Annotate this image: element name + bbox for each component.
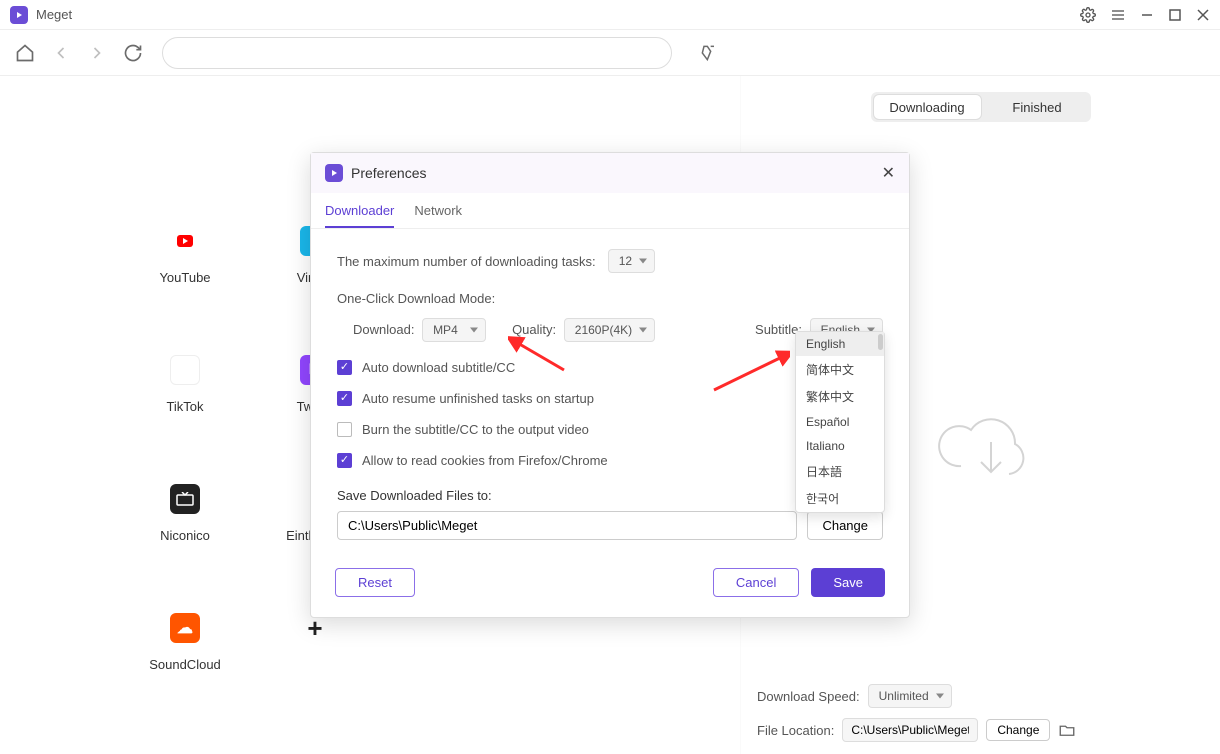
download-speed-label: Download Speed: [757, 689, 860, 704]
save-button[interactable]: Save [811, 568, 885, 597]
site-icon: ♪ [170, 355, 200, 385]
site-icon: ☁ [170, 613, 200, 643]
auto-resume-label: Auto resume unfinished tasks on startup [362, 391, 594, 406]
titlebar: Meget [0, 0, 1220, 30]
tab-downloader[interactable]: Downloader [325, 203, 394, 228]
dropdown-scrollbar[interactable] [878, 334, 883, 350]
dialog-close-icon[interactable]: ✕ [882, 163, 895, 183]
menu-icon[interactable] [1110, 7, 1126, 23]
reload-icon[interactable] [122, 42, 144, 64]
forward-icon[interactable] [86, 42, 108, 64]
oneclick-mode-label: One-Click Download Mode: [337, 291, 495, 306]
back-icon[interactable] [50, 42, 72, 64]
subtitle-option[interactable]: Italiano [796, 434, 884, 458]
home-icon[interactable] [14, 42, 36, 64]
max-tasks-label: The maximum number of downloading tasks: [337, 254, 596, 269]
read-cookies-label: Allow to read cookies from Firefox/Chrom… [362, 453, 608, 468]
burn-subtitle-label: Burn the subtitle/CC to the output video [362, 422, 589, 437]
auto-subtitle-label: Auto download subtitle/CC [362, 360, 515, 375]
app-title: Meget [36, 7, 72, 22]
dialog-title: Preferences [351, 165, 426, 181]
paste-icon[interactable] [698, 42, 720, 64]
subtitle-dropdown: English简体中文繁体中文EspañolItaliano日本語한국어 [795, 331, 885, 513]
quality-select[interactable]: 2160P(4K) [564, 318, 655, 342]
url-input[interactable] [162, 37, 672, 69]
reset-button[interactable]: Reset [335, 568, 415, 597]
dialog-logo [325, 164, 343, 182]
burn-subtitle-checkbox[interactable] [337, 422, 352, 437]
file-location-label: File Location: [757, 723, 834, 738]
subtitle-option[interactable]: 繁体中文 [796, 383, 884, 410]
gear-icon[interactable] [1080, 7, 1096, 23]
cloud-download-icon [931, 406, 1031, 486]
site-label: YouTube [159, 270, 210, 285]
download-format-select[interactable]: MP4 [422, 318, 486, 342]
site-tiktok[interactable]: ♪ TikTok [120, 355, 250, 414]
minimize-icon[interactable] [1140, 8, 1154, 22]
save-path-input[interactable] [337, 511, 797, 540]
folder-open-icon[interactable] [1058, 721, 1076, 739]
site-add[interactable]: + [250, 613, 380, 672]
tab-downloading[interactable]: Downloading [873, 94, 982, 120]
subtitle-option[interactable]: Español [796, 410, 884, 434]
max-tasks-select[interactable]: 12 [608, 249, 655, 273]
subtitle-option[interactable]: 简体中文 [796, 356, 884, 383]
maximize-icon[interactable] [1168, 8, 1182, 22]
change-location-button[interactable]: Change [986, 719, 1050, 741]
close-icon[interactable] [1196, 8, 1210, 22]
subtitle-option[interactable]: English [796, 332, 884, 356]
cancel-button[interactable]: Cancel [713, 568, 799, 597]
site-label: SoundCloud [149, 657, 221, 672]
app-logo [10, 6, 28, 24]
subtitle-option[interactable]: 한국어 [796, 485, 884, 512]
download-format-label: Download: [353, 322, 414, 337]
download-status-tabs: Downloading Finished [871, 92, 1091, 122]
site-icon [170, 484, 200, 514]
auto-resume-checkbox[interactable] [337, 391, 352, 406]
subtitle-option[interactable]: 日本語 [796, 458, 884, 485]
download-speed-select[interactable]: Unlimited [868, 684, 952, 708]
site-niconico[interactable]: Niconico [120, 484, 250, 543]
auto-subtitle-checkbox[interactable] [337, 360, 352, 375]
file-location-input[interactable] [842, 718, 978, 742]
save-path-label: Save Downloaded Files to: [337, 488, 492, 503]
navbar [0, 30, 1220, 76]
change-path-button[interactable]: Change [807, 511, 883, 540]
site-label: TikTok [166, 399, 203, 414]
read-cookies-checkbox[interactable] [337, 453, 352, 468]
site-soundcloud[interactable]: ☁ SoundCloud [120, 613, 250, 672]
tab-finished[interactable]: Finished [984, 92, 1091, 122]
site-label: Niconico [160, 528, 210, 543]
site-icon [170, 226, 200, 256]
site-youtube[interactable]: YouTube [120, 226, 250, 285]
quality-label: Quality: [512, 322, 556, 337]
tab-network[interactable]: Network [414, 203, 462, 228]
preferences-dialog: Preferences ✕ Downloader Network The max… [310, 152, 910, 618]
